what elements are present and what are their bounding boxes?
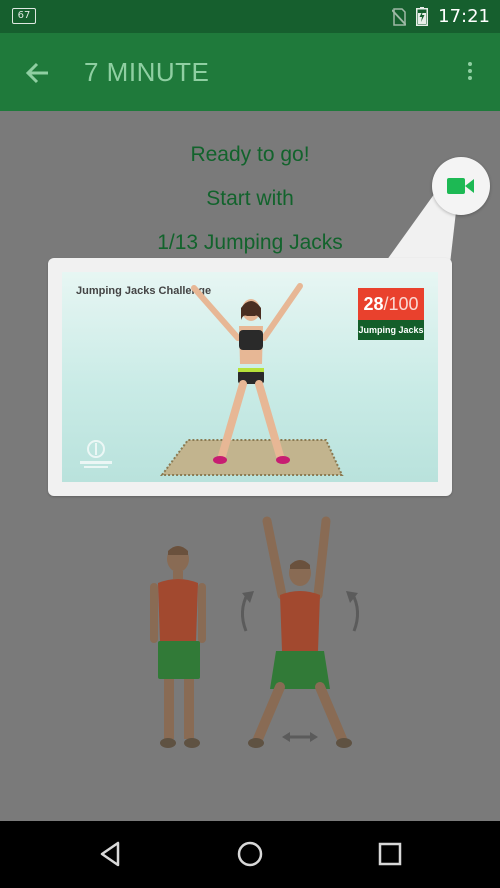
recents-square-icon bbox=[378, 842, 402, 866]
jumping-jacks-woman-image bbox=[160, 283, 344, 476]
app-bar: 7 MINUTE bbox=[0, 33, 500, 111]
video-thumbnail[interactable]: Jumping Jacks Challenge 28/100 Jumping J… bbox=[62, 272, 438, 482]
nav-home-button[interactable] bbox=[235, 839, 265, 869]
rep-counter: 28/100 Jumping Jacks bbox=[358, 288, 424, 340]
play-video-button[interactable] bbox=[432, 157, 490, 215]
back-button[interactable] bbox=[18, 55, 58, 91]
videocam-icon bbox=[447, 178, 474, 194]
no-sim-icon bbox=[391, 7, 407, 26]
overflow-menu-button[interactable] bbox=[458, 59, 482, 87]
notification-badge: 67 bbox=[12, 8, 36, 24]
counter-current: 28 bbox=[363, 294, 384, 314]
status-bar: 67 17:21 bbox=[0, 0, 500, 33]
jumping-jacks-illustration bbox=[150, 516, 359, 748]
clock: 17:21 bbox=[438, 6, 490, 27]
back-triangle-icon bbox=[100, 841, 120, 867]
nav-recents-button[interactable] bbox=[375, 839, 405, 869]
status-icons: 17:21 bbox=[391, 6, 490, 27]
more-vert-icon bbox=[468, 62, 472, 66]
battery-charging-icon bbox=[416, 7, 429, 26]
video-preview-card[interactable]: Jumping Jacks Challenge 28/100 Jumping J… bbox=[48, 258, 452, 496]
content-area: Ready to go! Start with 1/13 Jumping Jac… bbox=[0, 111, 500, 821]
counter-total: /100 bbox=[383, 294, 419, 314]
nav-back-button[interactable] bbox=[96, 839, 126, 869]
counter-label: Jumping Jacks bbox=[358, 320, 424, 340]
arrow-left-icon bbox=[25, 62, 48, 84]
channel-logo-icon bbox=[80, 440, 112, 468]
system-nav-bar bbox=[0, 821, 500, 888]
page-title: 7 MINUTE bbox=[84, 57, 210, 87]
ready-text: Ready to go! bbox=[190, 143, 310, 166]
home-circle-icon bbox=[237, 841, 263, 867]
